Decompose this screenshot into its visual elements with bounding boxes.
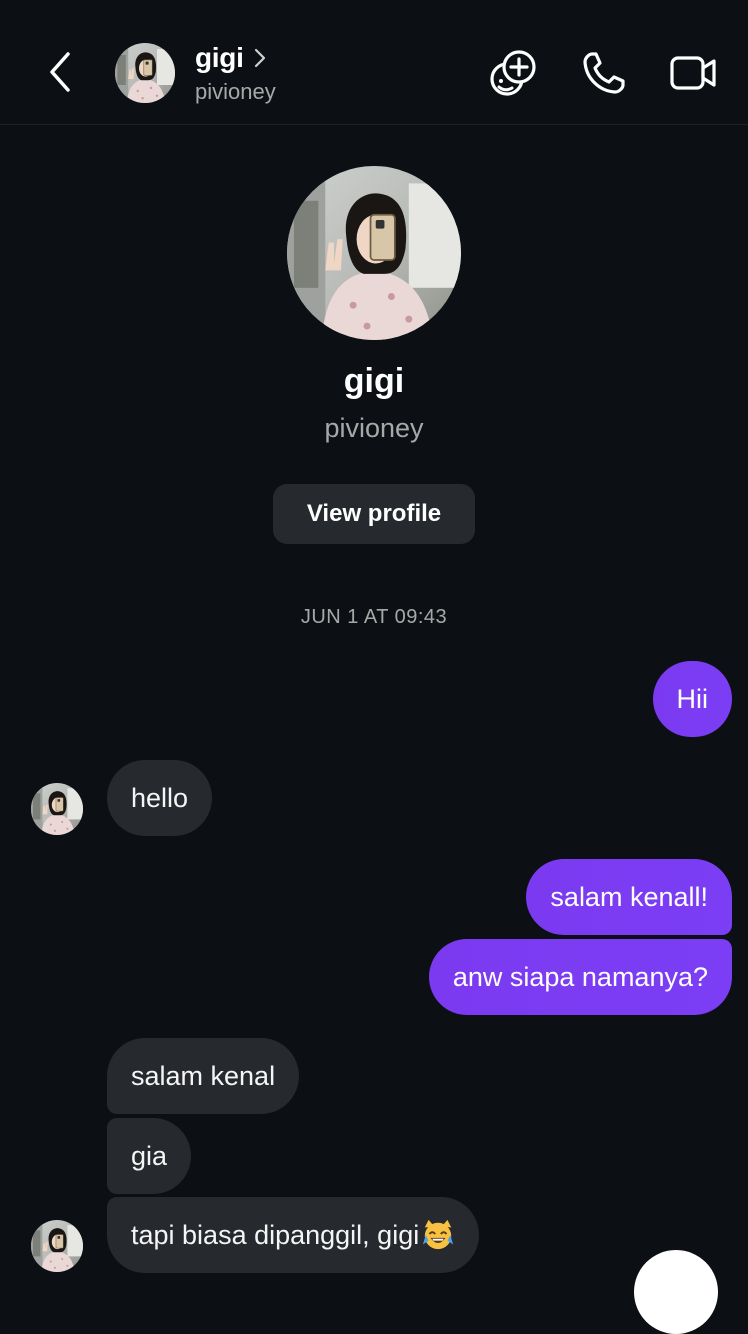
audio-call-button[interactable] bbox=[578, 47, 630, 99]
chevron-left-icon bbox=[48, 52, 72, 92]
sender-avatar[interactable] bbox=[31, 1220, 83, 1272]
profile-display-name: gigi bbox=[0, 362, 748, 401]
back-button[interactable] bbox=[40, 50, 80, 94]
header-display-name: gigi bbox=[195, 42, 244, 74]
phone-icon bbox=[581, 50, 627, 96]
message-bubble-sent[interactable]: anw siapa namanya? bbox=[429, 939, 732, 1015]
message-bubble-received[interactable]: hello bbox=[107, 760, 212, 836]
sender-avatar[interactable] bbox=[31, 783, 83, 835]
laughing-cat-emoji-icon bbox=[421, 1218, 455, 1252]
message-text: hello bbox=[131, 785, 188, 812]
message-text: salam kenall! bbox=[550, 884, 708, 911]
chevron-right-icon bbox=[254, 48, 268, 68]
video-call-button[interactable] bbox=[668, 47, 720, 99]
message-bubble-received[interactable]: gia bbox=[107, 1118, 191, 1194]
profile-username: pivioney bbox=[0, 413, 748, 444]
header-avatar[interactable] bbox=[115, 43, 175, 103]
effects-button[interactable] bbox=[487, 47, 539, 99]
header-profile-link[interactable]: gigi bbox=[195, 42, 268, 74]
effects-icon bbox=[488, 48, 538, 98]
message-text: Hii bbox=[677, 686, 709, 713]
message-text: anw siapa namanya? bbox=[453, 964, 708, 991]
message-bubble-sent[interactable]: salam kenall! bbox=[526, 859, 732, 935]
message-bubble-received[interactable]: salam kenal bbox=[107, 1038, 299, 1114]
message-text: salam kenal bbox=[131, 1063, 275, 1090]
view-profile-button[interactable]: View profile bbox=[273, 484, 475, 544]
profile-avatar[interactable] bbox=[287, 166, 461, 340]
conversation-timestamp: JUN 1 AT 09:43 bbox=[0, 606, 748, 629]
chat-header: gigi pivioney bbox=[0, 0, 748, 125]
message-bubble-sent[interactable]: Hii bbox=[653, 661, 733, 737]
header-username: pivioney bbox=[195, 79, 276, 105]
scroll-to-bottom-button[interactable] bbox=[634, 1250, 718, 1334]
video-camera-icon bbox=[669, 53, 719, 93]
message-bubble-received[interactable]: tapi biasa dipanggil, gigi bbox=[107, 1197, 479, 1273]
message-text: tapi biasa dipanggil, gigi bbox=[131, 1222, 419, 1249]
message-text: gia bbox=[131, 1143, 167, 1170]
